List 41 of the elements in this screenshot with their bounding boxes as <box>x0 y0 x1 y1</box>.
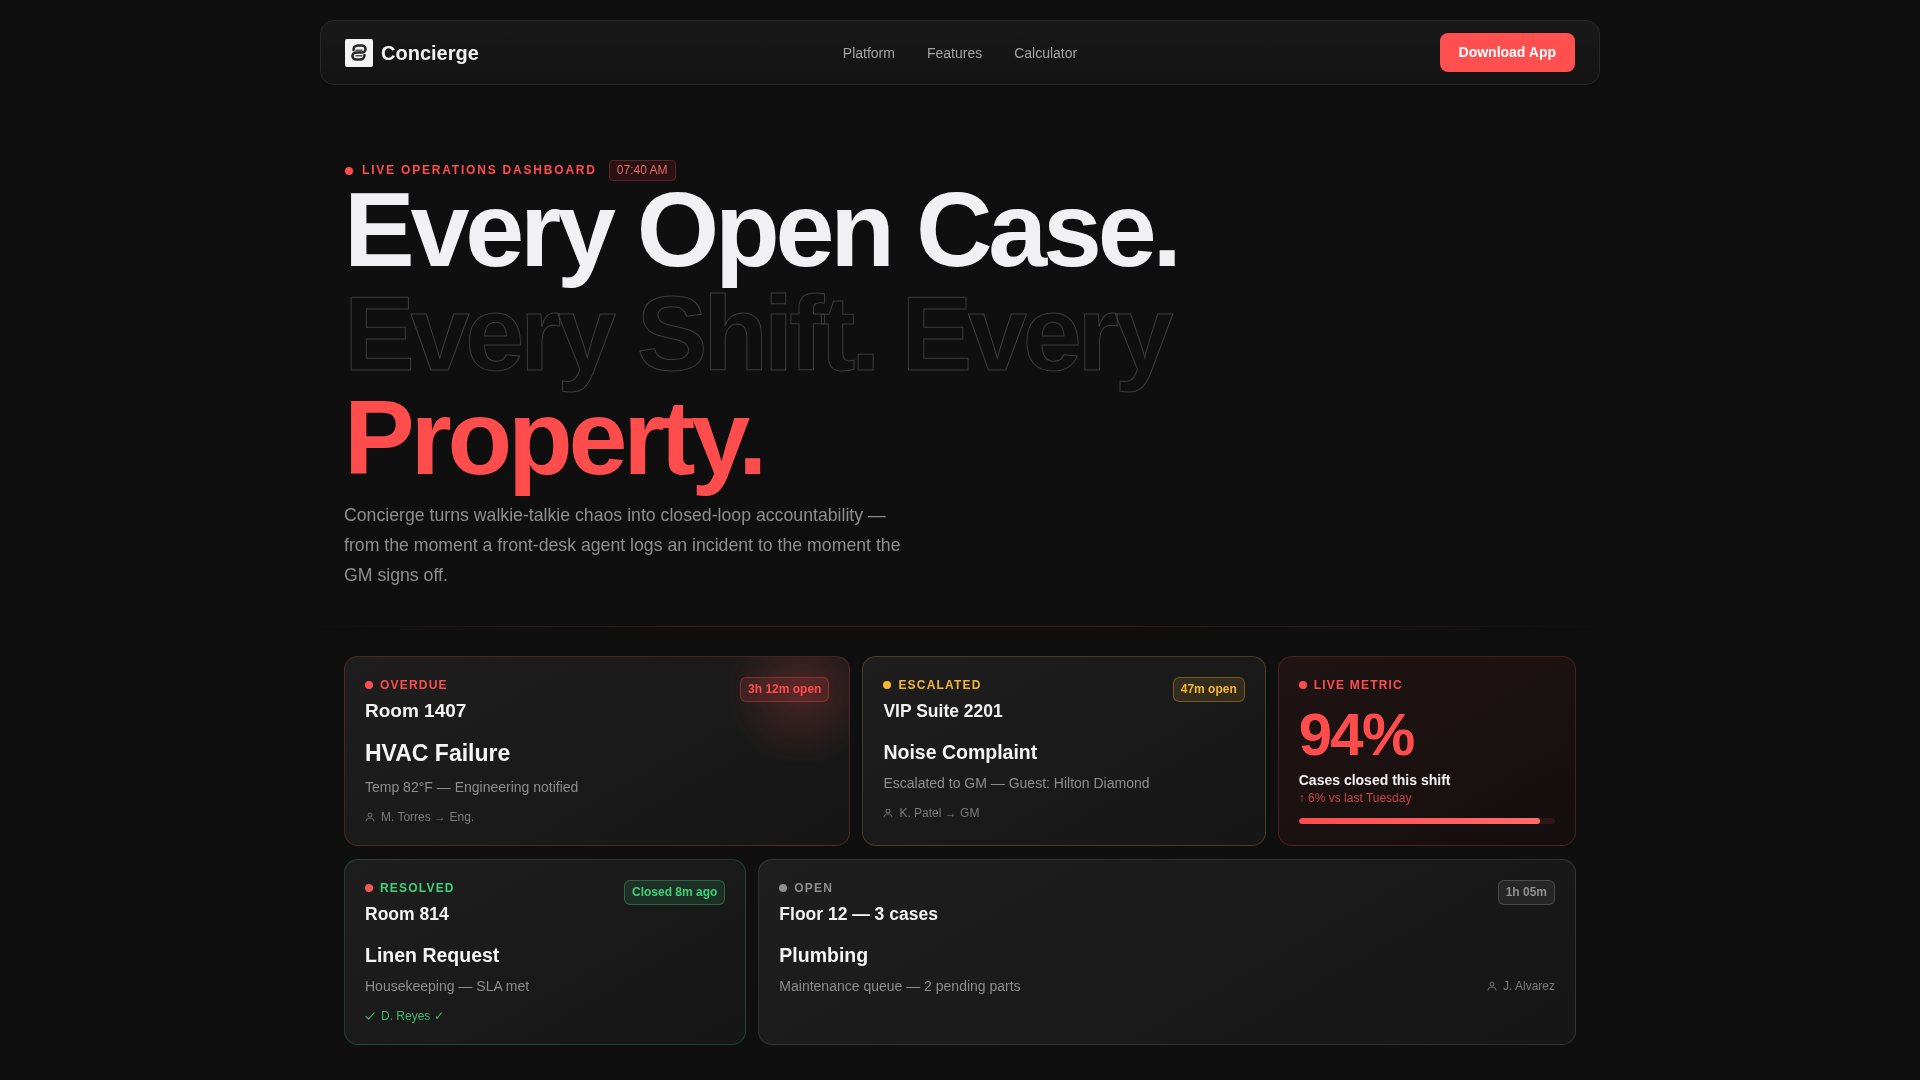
person-icon <box>1486 981 1497 991</box>
brand-name[interactable]: Concierge <box>381 40 479 65</box>
case-title: Noise Complaint <box>883 740 1038 764</box>
case-title: Linen Request <box>365 943 500 967</box>
status-label: OVERDUE <box>380 677 448 693</box>
case-title: Plumbing <box>779 943 869 967</box>
location-title: Room 1407 <box>365 699 467 723</box>
assignee-name: J. Alvarez <box>1502 978 1555 994</box>
duration-badge: Closed 8m ago <box>623 880 726 905</box>
metric-value: 94% <box>1298 705 1414 765</box>
status-label: RESOLVED <box>380 880 455 896</box>
case-description: Escalated to GM — Guest: Hilton Diamond <box>883 774 1150 793</box>
location-title: VIP Suite 2201 <box>883 700 1003 722</box>
person-icon <box>883 808 894 818</box>
nav-link[interactable]: Platform <box>842 43 895 62</box>
time-badge: 07:40 AM <box>608 160 676 181</box>
assignee-name: D. Reyes ✓ <box>381 1008 444 1024</box>
status-label: LIVE METRIC <box>1313 677 1403 693</box>
assignee-name: M. Torres → Eng. <box>381 809 475 825</box>
logo-icon[interactable] <box>345 38 373 67</box>
metric-label: Cases closed this shift <box>1298 771 1451 789</box>
nav-link[interactable]: Features <box>926 43 983 62</box>
location-title: Floor 12 — 3 cases <box>779 903 938 925</box>
case-title: HVAC Failure <box>365 739 511 767</box>
case-description: Temp 82°F — Engineering notified <box>365 778 579 797</box>
eyebrow-label: LIVE OPERATIONS DASHBOARD <box>362 163 597 178</box>
location-title: Room 814 <box>365 903 450 925</box>
assignee-name: K. Patel → GM <box>899 805 980 821</box>
case-description: Housekeeping — SLA met <box>365 977 530 996</box>
duration-badge: 1h 05m <box>1497 880 1555 905</box>
status-label: ESCALATED <box>898 677 982 693</box>
trend-text: ↑ 6% vs last Tuesday <box>1298 790 1412 806</box>
check-icon <box>365 1011 375 1021</box>
nav-link[interactable]: Calculator <box>1014 43 1078 62</box>
person-icon <box>365 812 375 822</box>
status-label: OPEN <box>794 880 834 896</box>
duration-badge: 3h 12m open <box>740 677 830 702</box>
live-dot-icon <box>345 166 353 175</box>
case-description: Maintenance queue — 2 pending parts <box>779 977 1021 996</box>
hero-description: Concierge turns walkie-talkie chaos into closed-loop accountability — from the moment a front-desk agent logs an incident to the moment the GM signs off. <box>344 504 902 587</box>
duration-badge: 47m open <box>1172 677 1245 702</box>
